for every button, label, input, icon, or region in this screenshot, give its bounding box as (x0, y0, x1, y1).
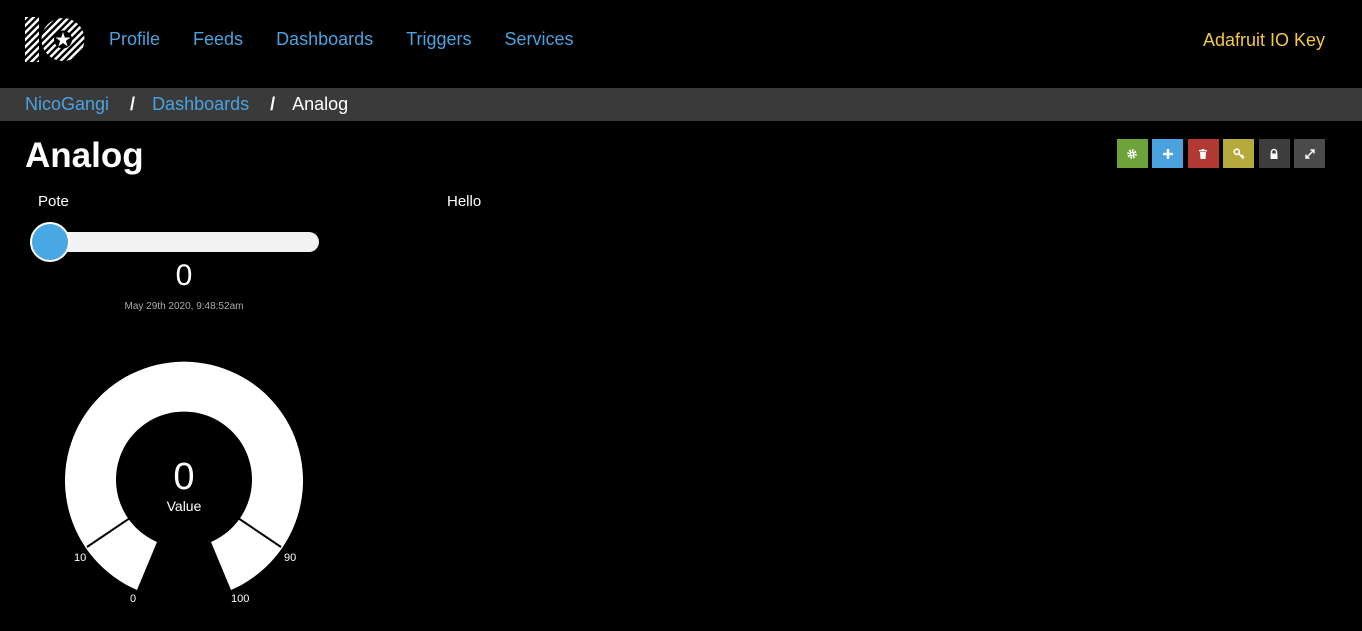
gauge-tick-label-10: 10 (74, 552, 87, 564)
breadcrumb-user[interactable]: NicoGangi (25, 94, 109, 115)
key-icon (1232, 147, 1244, 159)
adafruit-io-logo[interactable] (25, 17, 85, 62)
gear-icon (1127, 148, 1137, 159)
nav-dashboards[interactable]: Dashboards (276, 29, 373, 49)
breadcrumb: NicoGangi / Dashboards / Analog (0, 88, 1362, 121)
trash-icon (1199, 148, 1207, 159)
gauge-tick-label-0: 0 (130, 593, 137, 605)
slider-thumb[interactable] (30, 222, 70, 262)
slider-block-title: Pote (38, 193, 69, 210)
gauge-value: 0 (173, 456, 195, 498)
gauge-tick-label-90: 90 (284, 552, 297, 564)
breadcrumb-current: Analog (292, 94, 349, 114)
nav-triggers[interactable]: Triggers (406, 29, 471, 49)
lock-button[interactable] (1258, 139, 1290, 168)
key-button[interactable] (1223, 139, 1254, 168)
slider-value: 0 (175, 259, 193, 292)
gauge-label: Value (166, 498, 202, 514)
nav-profile[interactable]: Profile (109, 29, 160, 49)
top-navbar: Profile Feeds Dashboards Triggers Servic… (0, 0, 1362, 84)
nav-feeds[interactable]: Feeds (193, 29, 243, 49)
breadcrumb-dashboards[interactable]: Dashboards (152, 94, 249, 115)
fullscreen-button[interactable] (1294, 139, 1325, 168)
dashboard-toolbar (1112, 139, 1325, 168)
plus-icon (1162, 148, 1173, 159)
slider-timestamp: May 29th 2020, 9:48:52am (124, 301, 244, 312)
main-nav: Profile Feeds Dashboards Triggers Servic… (109, 29, 607, 49)
lock-icon (1270, 148, 1278, 159)
settings-button[interactable] (1116, 139, 1148, 168)
nav-services[interactable]: Services (504, 29, 573, 49)
text-block-title: Hello (447, 193, 482, 210)
breadcrumb-separator: / (130, 94, 136, 114)
slider-track[interactable] (34, 232, 319, 252)
page-title: Analog (25, 136, 144, 175)
expand-icon (1304, 148, 1315, 159)
add-block-button[interactable] (1152, 139, 1183, 168)
breadcrumb-separator: / (270, 94, 276, 114)
gauge-tick-label-100: 100 (231, 593, 250, 605)
adafruit-io-key-link[interactable]: Adafruit IO Key (1203, 30, 1325, 50)
delete-button[interactable] (1187, 139, 1219, 168)
